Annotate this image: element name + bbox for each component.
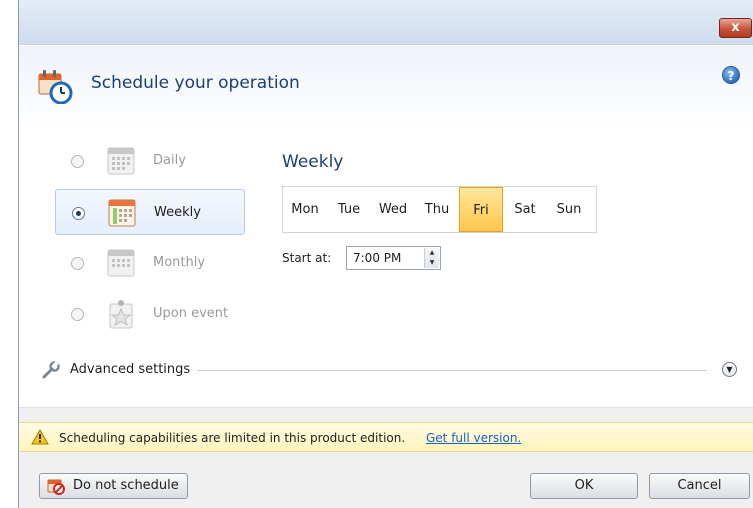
dialog-footer: Scheduling capabilities are limited in t… xyxy=(19,407,753,508)
get-full-version-link[interactable]: Get full version. xyxy=(426,431,521,445)
chevron-down-icon[interactable]: ▼ xyxy=(722,362,737,377)
option-label-weekly: Weekly xyxy=(154,205,201,220)
spin-up-icon[interactable]: ▲ xyxy=(425,248,439,258)
divider xyxy=(197,370,707,371)
day-thu[interactable]: Thu xyxy=(415,187,459,232)
limitation-notice: Scheduling capabilities are limited in t… xyxy=(19,422,753,452)
time-spinner[interactable]: ▲ ▼ xyxy=(424,248,439,268)
wrench-icon xyxy=(42,361,60,379)
cancel-button[interactable]: Cancel xyxy=(649,473,750,499)
page-title: Schedule your operation xyxy=(91,73,300,93)
option-daily[interactable]: Daily xyxy=(55,138,245,184)
do-not-schedule-label: Do not schedule xyxy=(73,478,179,493)
day-sat[interactable]: Sat xyxy=(503,187,547,232)
dialog-header: Schedule your operation ? xyxy=(19,46,753,130)
option-label-daily: Daily xyxy=(153,153,186,168)
day-tue[interactable]: Tue xyxy=(327,187,371,232)
radio-daily[interactable] xyxy=(71,155,84,168)
day-selector: Mon Tue Wed Thu Fri Sat Sun xyxy=(282,186,597,233)
calendar-cancel-icon xyxy=(47,479,65,495)
start-time-field[interactable]: 7:00 PM ▲ ▼ xyxy=(346,246,441,270)
do-not-schedule-button[interactable]: Do not schedule xyxy=(39,473,188,499)
spin-down-icon[interactable]: ▼ xyxy=(425,258,439,268)
advanced-settings-toggle[interactable]: Advanced settings xyxy=(70,362,190,377)
radio-upon-event[interactable] xyxy=(71,308,84,321)
ok-button[interactable]: OK xyxy=(530,473,638,499)
option-monthly[interactable]: Monthly xyxy=(55,240,245,286)
calendar-month-icon xyxy=(107,249,135,277)
day-fri[interactable]: Fri xyxy=(459,187,503,232)
option-label-monthly: Monthly xyxy=(153,255,206,270)
warning-icon xyxy=(31,429,49,445)
radio-weekly[interactable] xyxy=(72,207,85,220)
weekly-section-title: Weekly xyxy=(282,152,344,172)
day-wed[interactable]: Wed xyxy=(371,187,415,232)
calendar-week-icon xyxy=(108,199,136,227)
title-bar: x xyxy=(19,0,753,45)
day-sun[interactable]: Sun xyxy=(547,187,591,232)
schedule-dialog: x Schedule your operation ? Daily Weekly… xyxy=(18,0,753,508)
option-weekly[interactable]: Weekly xyxy=(55,189,245,235)
calendar-icon xyxy=(107,147,135,175)
close-button[interactable]: x xyxy=(719,18,752,38)
day-mon[interactable]: Mon xyxy=(283,187,327,232)
event-star-icon xyxy=(109,300,133,329)
schedule-calendar-clock-icon xyxy=(38,70,73,104)
option-label-upon-event: Upon event xyxy=(153,306,229,321)
radio-monthly[interactable] xyxy=(71,257,84,270)
notice-text: Scheduling capabilities are limited in t… xyxy=(59,431,406,445)
start-at-label: Start at: xyxy=(282,251,332,265)
option-upon-event[interactable]: Upon event xyxy=(55,291,245,337)
start-time-value: 7:00 PM xyxy=(353,251,402,265)
help-icon[interactable]: ? xyxy=(722,66,740,84)
